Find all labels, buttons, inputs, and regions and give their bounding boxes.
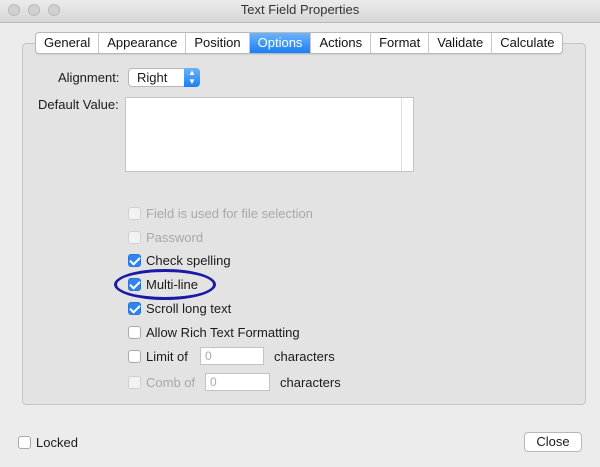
check-spelling-checkbox[interactable]: [128, 253, 141, 267]
multi-line-checkbox[interactable]: [128, 277, 141, 291]
close-button[interactable]: Close: [524, 432, 582, 452]
window-title: Text Field Properties: [240, 2, 360, 17]
minimize-window-icon[interactable]: [28, 4, 40, 16]
check-spelling-label: Check spelling: [146, 252, 231, 268]
default-value-field[interactable]: [125, 97, 414, 172]
tab-validate[interactable]: Validate: [429, 33, 493, 53]
tab-actions[interactable]: Actions: [311, 33, 372, 53]
title-bar: Text Field Properties: [0, 0, 600, 23]
comb-of-input[interactable]: 0: [205, 373, 270, 391]
check-spelling-option[interactable]: Check spelling: [128, 252, 231, 268]
multi-line-option[interactable]: Multi-line: [128, 276, 198, 292]
locked-checkbox[interactable]: [18, 435, 31, 449]
scroll-long-text-checkbox[interactable]: [128, 301, 141, 315]
default-value-scrollbar[interactable]: [401, 98, 413, 171]
default-value-label: Default Value:: [38, 97, 119, 112]
limit-of-option[interactable]: Limit of 0 characters: [128, 347, 335, 365]
password-checkbox[interactable]: [128, 230, 141, 244]
file-selection-option[interactable]: Field is used for file selection: [128, 205, 313, 221]
limit-of-checkbox[interactable]: [128, 349, 141, 363]
rich-text-label: Allow Rich Text Formatting: [146, 324, 300, 340]
locked-option[interactable]: Locked: [18, 434, 78, 450]
limit-of-label: Limit of: [146, 348, 188, 364]
zoom-window-icon[interactable]: [48, 4, 60, 16]
comb-of-suffix: characters: [280, 374, 341, 390]
limit-of-suffix: characters: [274, 348, 335, 364]
scroll-long-text-label: Scroll long text: [146, 300, 232, 316]
file-selection-label: Field is used for file selection: [146, 205, 313, 221]
tab-general[interactable]: General: [36, 33, 100, 53]
password-option[interactable]: Password: [128, 229, 203, 245]
password-label: Password: [146, 229, 204, 245]
tab-calculate[interactable]: Calculate: [492, 33, 562, 53]
comb-of-label: Comb of: [146, 374, 196, 390]
alignment-label: Alignment:: [58, 70, 120, 85]
multi-line-label: Multi-line: [146, 276, 199, 292]
scroll-long-text-option[interactable]: Scroll long text: [128, 300, 231, 316]
file-selection-checkbox[interactable]: [128, 206, 141, 220]
chevron-updown-icon: ▲ ▼: [184, 68, 200, 87]
alignment-value: Right: [137, 70, 168, 85]
tab-position[interactable]: Position: [186, 33, 250, 53]
comb-of-option[interactable]: Comb of 0 characters: [128, 373, 341, 391]
tab-appearance[interactable]: Appearance: [99, 33, 187, 53]
rich-text-checkbox[interactable]: [128, 325, 141, 339]
alignment-select[interactable]: Right ▲ ▼: [128, 68, 200, 87]
limit-of-input[interactable]: 0: [200, 347, 264, 365]
comb-of-checkbox[interactable]: [128, 375, 141, 389]
rich-text-option[interactable]: Allow Rich Text Formatting: [128, 324, 300, 340]
tab-bar: General Appearance Position Options Acti…: [35, 32, 564, 54]
tab-options[interactable]: Options: [249, 33, 312, 53]
tab-format[interactable]: Format: [371, 33, 430, 53]
close-window-icon[interactable]: [8, 4, 20, 16]
locked-label: Locked: [36, 434, 78, 450]
